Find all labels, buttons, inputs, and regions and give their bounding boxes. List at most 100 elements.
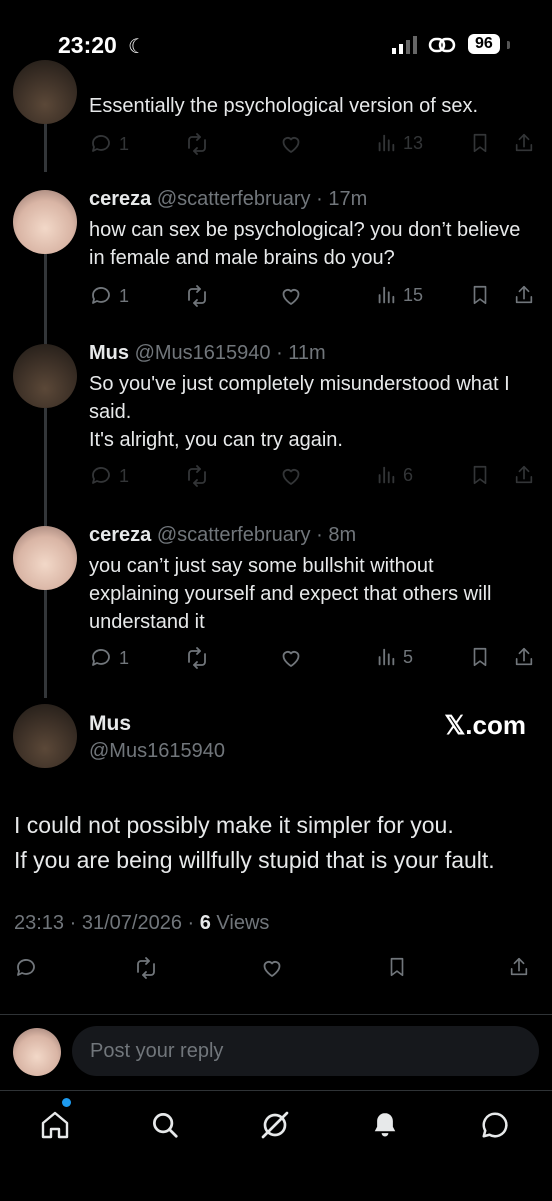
share-icon [513,132,535,154]
nav-messages[interactable] [475,1105,515,1145]
reply-icon [14,956,38,980]
retweet-icon [185,464,209,488]
bottom-nav [0,1090,552,1201]
like-button[interactable] [279,646,303,670]
author-handle[interactable]: @Mus1615940 [135,342,271,364]
author-name[interactable]: Mus [89,342,129,364]
avatar[interactable] [13,60,77,124]
author-handle[interactable]: @scatterfebruary [157,188,311,210]
retweet-icon [185,132,209,156]
share-icon [513,646,535,668]
grok-icon [261,1111,289,1139]
views-button[interactable]: 13 [375,132,423,154]
nav-search[interactable] [145,1105,185,1145]
post-header: cereza @scatterfebruary · 17m [89,188,368,210]
retweet-icon [185,646,209,670]
share-button[interactable] [513,132,535,154]
views-icon [375,132,397,154]
main-post-author-handle[interactable]: @Mus1615940 [89,740,225,763]
views-icon [375,646,397,668]
bookmark-icon [469,132,491,154]
post-actions: 1 13 [89,132,537,158]
bookmark-icon [469,284,491,306]
thread-post[interactable]: cereza @scatterfebruary · 17m how can se… [0,186,552,326]
author-name[interactable]: cereza [89,524,151,546]
divider [0,1014,552,1015]
retweet-button[interactable] [185,284,209,308]
retweet-button[interactable] [185,646,209,670]
reply-button[interactable] [14,956,38,980]
views-count: 6 [403,464,414,485]
reply-count: 1 [119,133,130,154]
like-button[interactable] [279,464,303,488]
views-count: 5 [403,646,414,667]
thread-post[interactable]: Mus @Mus1615940 · 11m So you've just com… [0,340,552,500]
like-button[interactable] [279,132,303,156]
reply-button[interactable]: 1 [89,284,129,308]
like-icon [260,956,284,980]
avatar[interactable] [13,344,77,408]
reply-button[interactable]: 1 [89,132,129,156]
views-count[interactable]: 6 [200,912,211,934]
x-com-watermark: 𝕏.com [444,710,526,740]
main-post-actions [14,956,538,986]
reply-bar [0,1016,552,1088]
messages-icon [482,1112,508,1138]
views-button[interactable]: 15 [375,284,423,306]
thread-post[interactable]: cereza @scatterfebruary · 8m you can’t j… [0,522,552,682]
post-actions: 1 15 [89,284,537,310]
like-button[interactable] [279,284,303,308]
reply-button[interactable]: 1 [89,464,129,488]
share-button[interactable] [508,956,530,978]
retweet-button[interactable] [185,464,209,488]
post-date: 31/07/2026 [81,912,182,934]
post-header: Mus @Mus1615940 · 11m [89,342,326,364]
main-post-author-name[interactable]: Mus [89,712,131,736]
like-button[interactable] [260,956,284,980]
my-avatar[interactable] [13,1028,61,1076]
reply-icon [89,132,113,156]
home-unread-dot [62,1098,71,1107]
bookmark-button[interactable] [469,132,491,154]
views-button[interactable]: 6 [375,464,413,486]
reply-button[interactable]: 1 [89,646,129,670]
retweet-button[interactable] [134,956,158,980]
search-icon [153,1113,178,1138]
retweet-button[interactable] [185,132,209,156]
views-count: 15 [403,284,424,305]
share-icon [513,284,535,306]
post-text: you can’t just say some bullshit without… [89,555,492,633]
share-button[interactable] [513,646,535,668]
reply-icon [89,646,113,670]
bookmark-button[interactable] [469,646,491,668]
nav-grok[interactable] [255,1105,295,1145]
bookmark-button[interactable] [469,284,491,306]
bookmark-button[interactable] [469,464,491,486]
like-icon [279,132,303,156]
views-icon [375,464,397,486]
main-post-avatar[interactable] [13,704,77,768]
post-time: 23:13 [14,912,65,934]
author-name[interactable]: cereza [89,188,151,210]
post-text: So you've just completely misunderstood … [89,373,510,451]
reply-count: 1 [119,285,130,306]
share-icon [513,464,535,486]
nav-notifications[interactable] [365,1105,405,1145]
post-age: 11m [288,342,326,364]
avatar[interactable] [13,526,77,590]
post-actions: 16 [89,464,537,490]
avatar[interactable] [13,190,77,254]
views-count: 13 [403,132,424,153]
home-icon [41,1111,69,1139]
bookmark-icon [469,646,491,668]
reply-input[interactable] [72,1026,539,1076]
share-button[interactable] [513,464,535,486]
views-button[interactable]: 5 [375,646,413,668]
author-handle[interactable]: @scatterfebruary [157,524,311,546]
nav-home[interactable] [35,1105,75,1145]
post-header: cereza @scatterfebruary · 8m [89,524,357,546]
reply-icon [89,284,113,308]
bookmark-button[interactable] [386,956,408,978]
share-button[interactable] [513,284,535,306]
thread-post[interactable]: Essentially the psychological version of… [0,0,552,170]
